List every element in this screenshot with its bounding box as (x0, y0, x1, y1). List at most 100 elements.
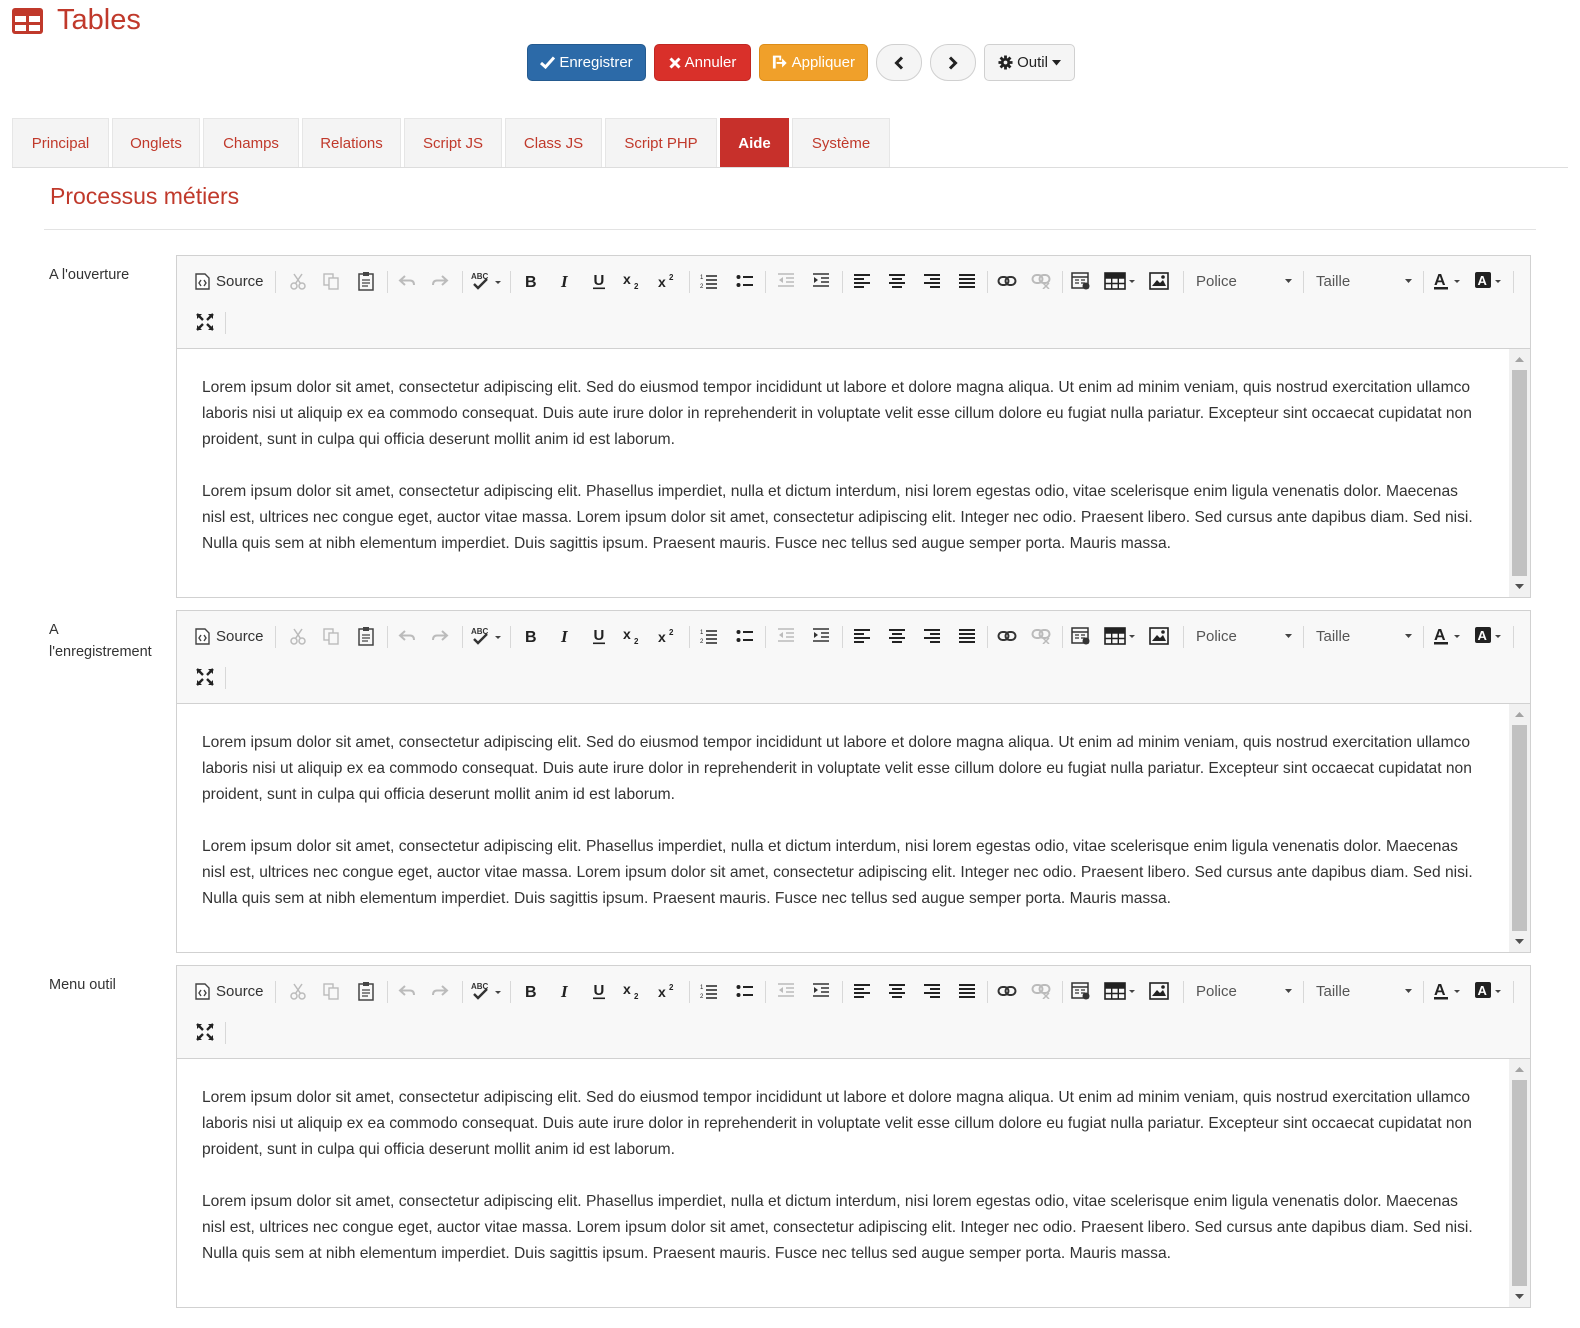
undo-icon[interactable] (396, 624, 418, 648)
bold-icon[interactable]: B (520, 624, 542, 648)
size-select[interactable]: Taille (1316, 269, 1412, 293)
scroll-up-icon[interactable] (1509, 1061, 1530, 1078)
tab-class-js[interactable]: Class JS (505, 118, 602, 167)
copy-icon[interactable] (320, 979, 342, 1003)
tab-champs[interactable]: Champs (203, 118, 299, 167)
image-icon[interactable] (1148, 269, 1170, 293)
underline-icon[interactable]: U (588, 624, 610, 648)
source-button[interactable]: Source (195, 624, 264, 648)
editor-scrollbar[interactable] (1509, 349, 1530, 597)
editor-content[interactable]: Lorem ipsum dolor sit amet, consectetur … (177, 704, 1530, 952)
spellcheck-icon[interactable]: ABC (469, 624, 503, 648)
justify-icon[interactable] (956, 979, 978, 1003)
paste-icon[interactable] (355, 269, 377, 293)
align-center-icon[interactable] (886, 979, 908, 1003)
tab-systeme[interactable]: Système (792, 118, 890, 167)
unlink-icon[interactable] (1030, 979, 1052, 1003)
numbered-list-icon[interactable]: 12 (698, 979, 720, 1003)
bullet-list-icon[interactable] (734, 269, 756, 293)
outdent-icon[interactable] (775, 269, 797, 293)
underline-icon[interactable]: U (588, 269, 610, 293)
templates-icon[interactable] (1070, 269, 1092, 293)
editor-scrollbar[interactable] (1509, 1059, 1530, 1307)
table-icon[interactable] (1104, 979, 1136, 1003)
bold-icon[interactable]: B (520, 269, 542, 293)
cancel-button[interactable]: Annuler (654, 44, 751, 81)
indent-icon[interactable] (810, 624, 832, 648)
align-left-icon[interactable] (851, 624, 873, 648)
undo-icon[interactable] (396, 269, 418, 293)
editor-content[interactable]: Lorem ipsum dolor sit amet, consectetur … (177, 1059, 1530, 1307)
cut-icon[interactable] (287, 979, 309, 1003)
text-color-icon[interactable]: A (1433, 269, 1463, 293)
italic-icon[interactable]: I (554, 979, 576, 1003)
superscript-icon[interactable]: x2 (657, 624, 679, 648)
tool-dropdown-button[interactable]: Outil (984, 44, 1075, 81)
indent-icon[interactable] (810, 269, 832, 293)
scroll-down-icon[interactable] (1509, 578, 1530, 595)
copy-icon[interactable] (320, 624, 342, 648)
align-left-icon[interactable] (851, 269, 873, 293)
unlink-icon[interactable] (1030, 624, 1052, 648)
spellcheck-icon[interactable]: ABC (469, 269, 503, 293)
redo-icon[interactable] (429, 979, 451, 1003)
align-left-icon[interactable] (851, 979, 873, 1003)
outdent-icon[interactable] (775, 979, 797, 1003)
subscript-icon[interactable]: x2 (622, 979, 644, 1003)
image-icon[interactable] (1148, 979, 1170, 1003)
superscript-icon[interactable]: x2 (657, 979, 679, 1003)
templates-icon[interactable] (1070, 979, 1092, 1003)
paste-icon[interactable] (355, 624, 377, 648)
tab-aide[interactable]: Aide (720, 118, 789, 167)
scrollbar-thumb[interactable] (1512, 1080, 1527, 1286)
link-icon[interactable] (996, 624, 1018, 648)
maximize-icon[interactable] (195, 310, 215, 334)
link-icon[interactable] (996, 269, 1018, 293)
scrollbar-thumb[interactable] (1512, 725, 1527, 931)
underline-icon[interactable]: U (588, 979, 610, 1003)
source-button[interactable]: Source (195, 269, 264, 293)
templates-icon[interactable] (1070, 624, 1092, 648)
background-color-icon[interactable]: A (1474, 624, 1504, 648)
italic-icon[interactable]: I (554, 269, 576, 293)
font-select[interactable]: Police (1196, 624, 1292, 648)
table-icon[interactable] (1104, 269, 1136, 293)
image-icon[interactable] (1148, 624, 1170, 648)
tab-relations[interactable]: Relations (302, 118, 401, 167)
subscript-icon[interactable]: x2 (622, 269, 644, 293)
tab-principal[interactable]: Principal (12, 118, 109, 167)
undo-icon[interactable] (396, 979, 418, 1003)
apply-button[interactable]: Appliquer (759, 44, 868, 81)
spellcheck-icon[interactable]: ABC (469, 979, 503, 1003)
indent-icon[interactable] (810, 979, 832, 1003)
numbered-list-icon[interactable]: 12 (698, 269, 720, 293)
align-right-icon[interactable] (921, 979, 943, 1003)
scrollbar-thumb[interactable] (1512, 370, 1527, 576)
previous-button[interactable] (876, 44, 922, 81)
size-select[interactable]: Taille (1316, 624, 1412, 648)
text-color-icon[interactable]: A (1433, 979, 1463, 1003)
copy-icon[interactable] (320, 269, 342, 293)
scroll-up-icon[interactable] (1509, 351, 1530, 368)
next-button[interactable] (930, 44, 976, 81)
bullet-list-icon[interactable] (734, 979, 756, 1003)
text-color-icon[interactable]: A (1433, 624, 1463, 648)
redo-icon[interactable] (429, 624, 451, 648)
align-center-icon[interactable] (886, 624, 908, 648)
font-select[interactable]: Police (1196, 269, 1292, 293)
maximize-icon[interactable] (195, 665, 215, 689)
justify-icon[interactable] (956, 269, 978, 293)
scroll-up-icon[interactable] (1509, 706, 1530, 723)
subscript-icon[interactable]: x2 (622, 624, 644, 648)
scroll-down-icon[interactable] (1509, 933, 1530, 950)
tab-script-js[interactable]: Script JS (404, 118, 502, 167)
font-select[interactable]: Police (1196, 979, 1292, 1003)
numbered-list-icon[interactable]: 12 (698, 624, 720, 648)
justify-icon[interactable] (956, 624, 978, 648)
background-color-icon[interactable]: A (1474, 269, 1504, 293)
italic-icon[interactable]: I (554, 624, 576, 648)
save-button[interactable]: Enregistrer (527, 44, 646, 81)
scroll-down-icon[interactable] (1509, 1288, 1530, 1305)
maximize-icon[interactable] (195, 1020, 215, 1044)
tab-script-php[interactable]: Script PHP (605, 118, 717, 167)
